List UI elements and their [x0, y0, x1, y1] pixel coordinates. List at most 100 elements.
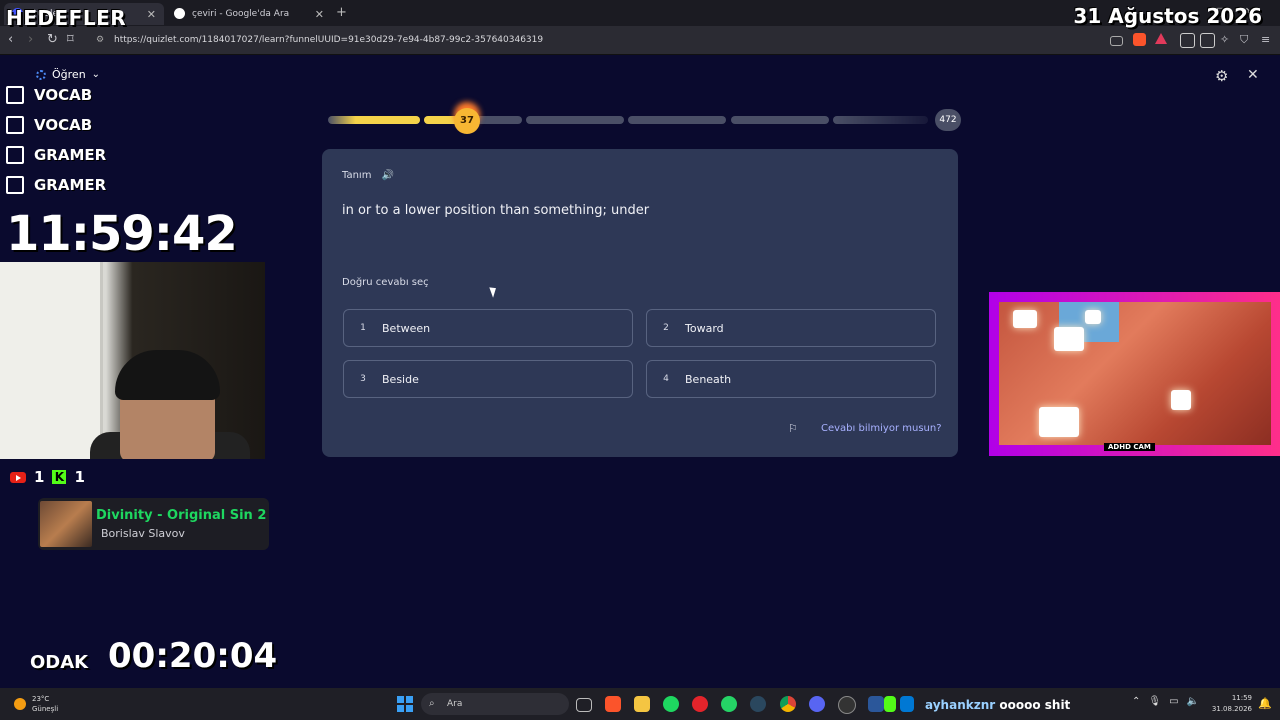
taskbar-date: 31.08.2026: [1211, 705, 1252, 713]
weather-temp: 23°C: [32, 695, 50, 703]
file-explorer-icon[interactable]: [634, 696, 650, 712]
cast-icon[interactable]: [1110, 36, 1123, 46]
opera-icon[interactable]: [692, 696, 708, 712]
learn-progress-bar: [328, 112, 928, 126]
system-tray-icons[interactable]: ⌃🎙▭🔈: [1132, 696, 1207, 707]
back-icon[interactable]: ‹: [8, 32, 13, 47]
goal-item: VOCAB: [6, 80, 106, 110]
taskbar-clock[interactable]: 11:59 31.08.2026: [1210, 693, 1252, 715]
whatsapp-icon[interactable]: [721, 696, 737, 712]
chat-message: ooooo shit: [999, 698, 1071, 712]
answer-option-1[interactable]: 1 Between: [343, 309, 633, 347]
url-text: https://quizlet.com/1184017027/learn?fun…: [114, 35, 544, 45]
progress-current-badge: 37: [454, 108, 480, 134]
notification-bell-icon[interactable]: 🔔: [1258, 697, 1272, 710]
checkbox-icon: [6, 146, 24, 164]
address-bar-row: ‹ › ↻ ⌑ ⚙ https://quizlet.com/1184017027…: [0, 26, 1280, 55]
goal-item: VOCAB: [6, 110, 106, 140]
chat-username: ayhankznr: [925, 698, 996, 712]
question-card: Tanım 🔊 in or to a lower position than s…: [322, 149, 958, 457]
progress-total-badge: 472: [935, 109, 961, 131]
overlay-clock: 11:59:42: [6, 206, 238, 262]
site-info-icon[interactable]: ⚙: [96, 30, 104, 50]
goals-title: HEDEFLER: [6, 6, 127, 30]
tab-label: çeviri - Google'da Ara: [192, 9, 290, 19]
google-favicon-icon: [174, 8, 185, 19]
song-artist: Borislav Slavov: [101, 527, 185, 540]
checkbox-icon: [6, 86, 24, 104]
youtube-count: 1: [34, 468, 45, 486]
forward-icon[interactable]: ›: [28, 32, 33, 47]
flag-icon[interactable]: ⚐: [788, 422, 798, 435]
dont-know-link[interactable]: Cevabı bilmiyor musun?: [821, 423, 942, 434]
sidebar-icon[interactable]: [1180, 33, 1195, 48]
close-icon[interactable]: ✕: [147, 8, 156, 21]
focus-timer: 00:20:04: [108, 636, 278, 676]
goal-label: VOCAB: [34, 116, 93, 134]
option-label: Beneath: [685, 372, 732, 386]
settings-gear-icon[interactable]: ⚙: [1215, 67, 1228, 85]
close-icon[interactable]: ✕: [315, 8, 324, 21]
windows-taskbar: 23°C Güneşli ⌕ Ara ayhankznr ooooo shit …: [0, 688, 1280, 720]
option-label: Toward: [685, 321, 724, 335]
term-header: Tanım 🔊: [342, 170, 394, 181]
song-title: Divinity - Original Sin 2 - Ma: [96, 508, 266, 523]
now-playing-widget: Divinity - Original Sin 2 - Ma Borislav …: [38, 498, 269, 550]
answer-option-2[interactable]: 2 Toward: [646, 309, 936, 347]
progress-segment: [526, 116, 624, 124]
progress-segment: [833, 116, 928, 124]
definition-text: in or to a lower position than something…: [342, 203, 650, 218]
word-icon[interactable]: [868, 696, 884, 712]
taskbar-time: 11:59: [1231, 694, 1252, 702]
brave-browser-icon[interactable]: [605, 696, 621, 712]
discord-icon[interactable]: [809, 696, 825, 712]
steam-icon[interactable]: [750, 696, 766, 712]
reload-icon[interactable]: ↻: [47, 32, 58, 47]
youtube-icon: [10, 471, 26, 483]
gamecam-label: ADHD CAM: [1104, 443, 1155, 451]
goal-label: GRAMER: [34, 146, 107, 164]
start-windows-icon[interactable]: [397, 696, 413, 712]
bookmark-icon[interactable]: ⌑: [67, 32, 74, 47]
progress-segment: [328, 116, 420, 124]
learn-mode-icon: [36, 69, 46, 80]
task-view-icon[interactable]: [576, 698, 592, 712]
webcam-feed: [0, 262, 265, 459]
speaker-icon[interactable]: 🔊: [381, 170, 393, 181]
weather-desc: Güneşli: [32, 705, 59, 713]
kick-app-icon[interactable]: [884, 696, 896, 712]
kick-count: 1: [74, 468, 85, 486]
new-tab-icon[interactable]: +: [336, 5, 347, 20]
goal-item: GRAMER: [6, 140, 106, 170]
answer-option-3[interactable]: 3 Beside: [343, 360, 633, 398]
spotify-icon[interactable]: [663, 696, 679, 712]
chevron-down-icon: ⌄: [91, 69, 101, 80]
app-icon[interactable]: [900, 696, 914, 712]
chrome-icon[interactable]: [780, 696, 796, 712]
brave-shield-icon[interactable]: [1133, 33, 1146, 46]
option-label: Between: [382, 321, 431, 335]
vpn-icon[interactable]: ⛉: [1240, 33, 1248, 47]
close-icon[interactable]: ✕: [1247, 67, 1259, 83]
overlay-date: 31 Ağustos 2026: [1073, 4, 1262, 28]
taskbar-search[interactable]: ⌕ Ara: [421, 693, 569, 715]
goals-checklist: VOCAB VOCAB GRAMER GRAMER: [6, 80, 106, 200]
weather-widget[interactable]: 23°C Güneşli: [14, 694, 58, 714]
focus-label: ODAK: [30, 652, 89, 673]
menu-icon[interactable]: ≡: [1261, 33, 1270, 46]
search-placeholder: Ara: [447, 699, 463, 709]
progress-segment: [628, 116, 726, 124]
option-label: Beside: [382, 372, 419, 386]
chat-ticker: ayhankznr ooooo shit: [925, 698, 1070, 712]
url-field[interactable]: ⚙ https://quizlet.com/1184017027/learn?f…: [88, 30, 1100, 50]
answer-option-4[interactable]: 4 Beneath: [646, 360, 936, 398]
wallet-icon[interactable]: [1200, 33, 1215, 48]
leo-icon[interactable]: ✧: [1220, 33, 1229, 46]
checkbox-icon: [6, 176, 24, 194]
game-camera-overlay: [989, 292, 1280, 456]
brave-rewards-icon[interactable]: [1155, 33, 1167, 44]
term-label: Tanım: [342, 170, 372, 181]
goal-label: GRAMER: [34, 176, 107, 194]
tab-google-search[interactable]: çeviri - Google'da Ara ✕: [166, 3, 332, 25]
obs-icon[interactable]: [838, 696, 856, 714]
